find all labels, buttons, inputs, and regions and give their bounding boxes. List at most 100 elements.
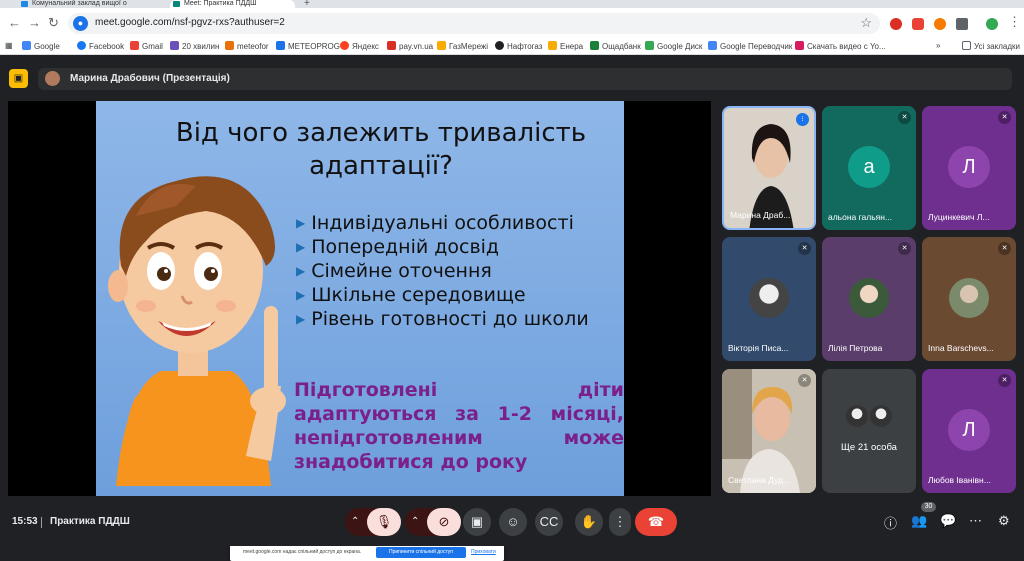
bookmark-meteofor[interactable]: meteofor: [225, 41, 269, 51]
address-bar[interactable]: ● meet.google.com/nsf-pgvz-rxs?authuser=…: [68, 13, 880, 34]
participant-tile[interactable]: ✕ а альона гальян...: [822, 106, 916, 230]
participant-name: Светлана Дуд...: [728, 475, 791, 485]
meeting-info-icon[interactable]: ⓘ: [884, 513, 897, 532]
slide-bullet-list: ▶ Індивідуальні особливості ▶ Попередній д…: [296, 211, 589, 331]
extension-gmail-icon[interactable]: [912, 18, 924, 30]
college-favicon-icon: [21, 1, 28, 7]
participant-name: Любов Іванівн...: [928, 475, 991, 485]
camera-off-icon[interactable]: ⊘: [427, 508, 461, 536]
host-controls-icon[interactable]: ⚙: [998, 513, 1010, 529]
browser-menu-icon[interactable]: ⋮: [1008, 14, 1021, 30]
mic-off-icon: ✕: [898, 111, 911, 124]
extension-fire-icon[interactable]: [934, 18, 946, 30]
naftogaz-icon: [495, 41, 504, 50]
presentation-icon[interactable]: ▣: [9, 69, 28, 88]
bookmark-google-translate[interactable]: Google Переводчик: [708, 41, 792, 51]
participant-tile[interactable]: ✕ Вікторія Писа...: [722, 237, 816, 361]
payment-icon: [387, 41, 396, 50]
avatar: [749, 278, 789, 318]
url-text: meet.google.com/nsf-pgvz-rxs?authuser=2: [95, 17, 285, 28]
bullet-arrow-icon: ▶: [296, 240, 306, 254]
bookmark-google[interactable]: Google: [22, 41, 60, 51]
bookmark-20min[interactable]: 20 хвилин: [170, 41, 219, 51]
more-participants-tile[interactable]: Ще 21 особа: [822, 369, 916, 493]
chevron-up-icon[interactable]: ⌃: [351, 508, 359, 536]
bookmark-gazmerezhi[interactable]: ГазМережі: [437, 41, 488, 51]
tab-college[interactable]: Комунальний заклад вищої о: [18, 0, 163, 8]
bookmark-naftogaz[interactable]: Нафтогаз: [495, 41, 542, 51]
tab-label: Комунальний заклад вищої о: [32, 0, 127, 7]
bullet-arrow-icon: ▶: [296, 216, 306, 230]
translate-icon: [708, 41, 717, 50]
chat-icon[interactable]: 💬: [940, 513, 956, 529]
clock: 15:53: [12, 516, 38, 527]
camera-control[interactable]: ⌃ ⊘: [405, 508, 461, 536]
bookmarks-overflow-icon[interactable]: »: [936, 41, 940, 50]
yandex-icon: [340, 41, 349, 50]
reload-icon[interactable]: ↻: [48, 15, 59, 31]
people-icon[interactable]: 👥: [911, 513, 927, 529]
facebook-icon: [77, 41, 86, 50]
participant-tile[interactable]: ✕ Л Луцинкевич Л...: [922, 106, 1016, 230]
bookmark-payvn[interactable]: pay.vn.ua: [387, 41, 433, 51]
browser-tab-strip: Комунальний заклад вищої о Meet: Практик…: [0, 0, 1024, 9]
raise-hand-icon[interactable]: ✋: [575, 508, 603, 536]
presentation-stage: Від чого залежить тривалість адаптації?: [8, 101, 711, 561]
screen-share-notice: meet.google.com надає спільний доступ до…: [230, 544, 504, 561]
list-item: ▶ Сімейне оточення: [296, 260, 492, 282]
present-screen-button[interactable]: ▣: [463, 508, 491, 536]
participant-tile[interactable]: ✕ Лілія Петрова: [822, 237, 916, 361]
participant-tile[interactable]: ✕ Л Любов Іванівн...: [922, 369, 1016, 493]
microphone-control[interactable]: ⌃ 🎙︎: [345, 508, 401, 536]
list-item: ▶ Шкільне середовище: [296, 284, 526, 306]
activities-icon[interactable]: ⋯: [969, 513, 982, 529]
mic-off-icon: ✕: [898, 242, 911, 255]
forward-arrow-icon[interactable]: →: [28, 15, 41, 31]
bookmark-star-icon[interactable]: ☆: [860, 15, 872, 31]
bookmark-enera[interactable]: Енера: [548, 41, 583, 51]
bookmark-yandex[interactable]: Яндекс: [340, 41, 379, 51]
participant-tile[interactable]: ✕ Светлана Дуд...: [722, 369, 816, 493]
bank-icon: [590, 41, 599, 50]
participant-tile[interactable]: ⁝ Марина Драб...: [722, 106, 816, 230]
emoji-icon[interactable]: ☺: [499, 508, 527, 536]
stop-sharing-button[interactable]: Припинити спільний доступ: [376, 547, 466, 558]
google-icon: [22, 41, 31, 50]
avatar: [949, 278, 989, 318]
bullet-arrow-icon: ▶: [296, 312, 306, 326]
extensions-puzzle-icon[interactable]: [956, 18, 968, 30]
tab-meet[interactable]: Meet: Практика ПДДШ: [170, 0, 295, 8]
avatar: [846, 405, 868, 427]
more-options-icon[interactable]: ⋮: [609, 508, 631, 536]
mic-site-icon[interactable]: ●: [73, 16, 88, 31]
bullet-arrow-icon: ▶: [296, 264, 306, 278]
mic-off-icon: ✕: [798, 374, 811, 387]
participant-tile[interactable]: ✕ Inna Barschevs...: [922, 237, 1016, 361]
bookmark-download-video[interactable]: Скачать видео с Yo...: [795, 41, 886, 51]
cartoon-boy-illustration: [108, 176, 286, 486]
back-arrow-icon[interactable]: ←: [8, 15, 21, 31]
mic-off-icon[interactable]: 🎙︎: [367, 508, 401, 536]
divider: [41, 517, 42, 528]
bookmark-meteoprog[interactable]: METEOPROG: [276, 41, 340, 51]
bookmarks-bar: ▦ Google Facebook Gmail 20 хвилин meteof…: [0, 38, 1024, 55]
profile-avatar[interactable]: [986, 18, 998, 30]
captions-icon[interactable]: CC: [535, 508, 563, 536]
bookmark-facebook[interactable]: Facebook: [77, 41, 124, 51]
mic-off-icon: ✕: [998, 374, 1011, 387]
participant-count-badge: 30: [921, 502, 936, 512]
meet-favicon-icon: [173, 1, 180, 7]
leave-call-button[interactable]: ☎: [635, 508, 677, 536]
bookmark-gmail[interactable]: Gmail: [130, 41, 163, 51]
chevron-up-icon[interactable]: ⌃: [411, 508, 419, 536]
presenter-bar[interactable]: Марина Драбович (Презентація): [38, 68, 1012, 90]
extension-opera-icon[interactable]: [890, 18, 902, 30]
hide-notice-link[interactable]: Приховати: [471, 549, 496, 555]
all-bookmarks-folder[interactable]: Усі закладки: [962, 41, 1020, 51]
list-item: ▶ Попередній досвід: [296, 236, 500, 258]
bookmark-google-drive[interactable]: Google Диск: [645, 41, 702, 51]
drive-icon: [645, 41, 654, 50]
bookmark-oschadbank[interactable]: Ощадбанк: [590, 41, 641, 51]
apps-grid-icon[interactable]: ▦: [5, 41, 13, 50]
mic-off-icon: ✕: [998, 111, 1011, 124]
